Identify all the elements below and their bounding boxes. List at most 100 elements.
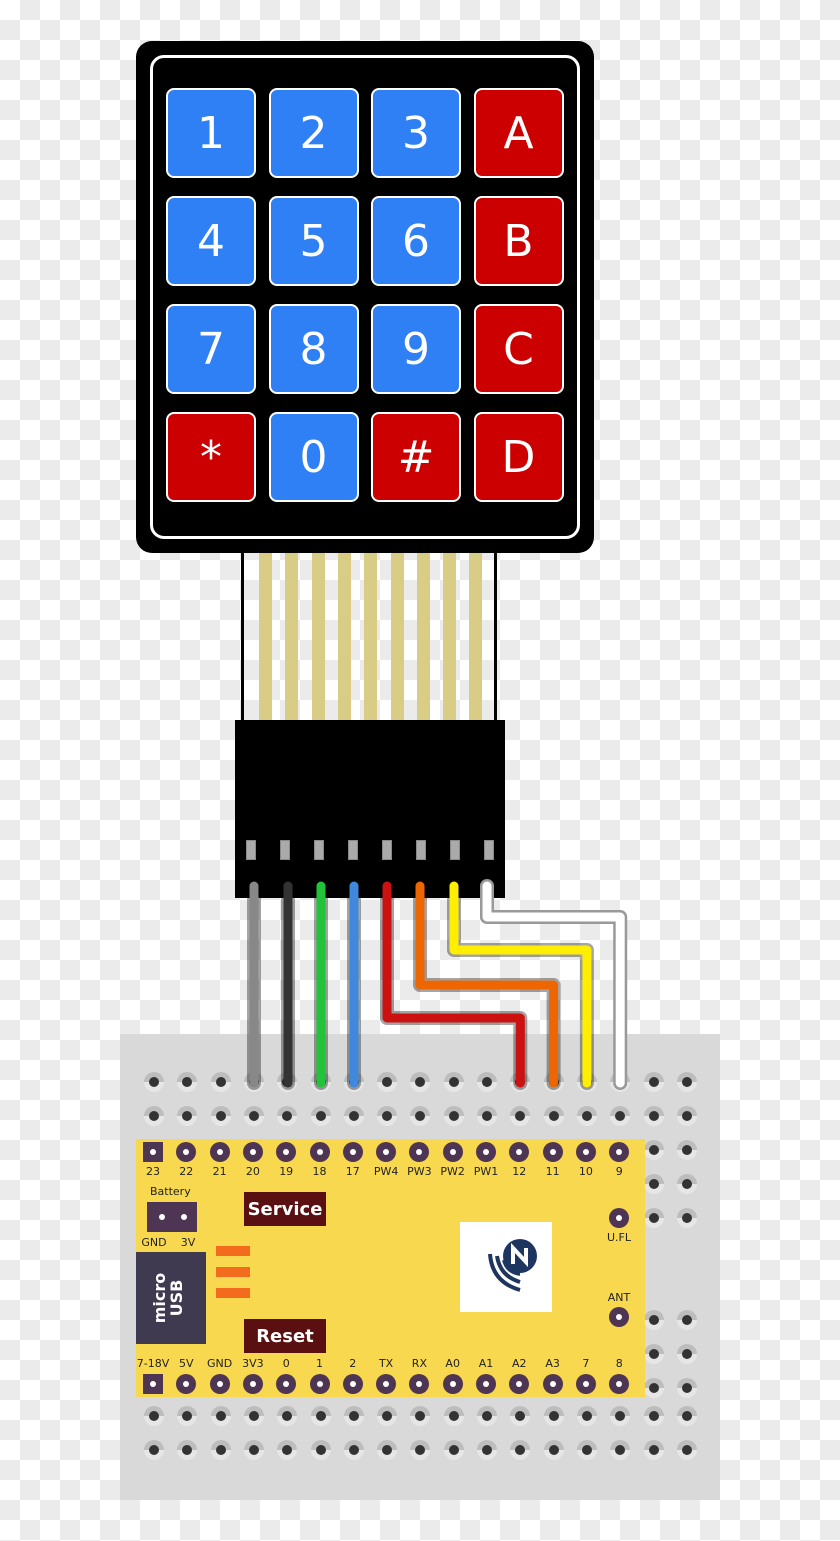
breadboard-hole[interactable]: [443, 1406, 464, 1426]
key-A[interactable]: A: [473, 88, 564, 178]
key-5[interactable]: 5: [268, 196, 359, 286]
breadboard-hole[interactable]: [543, 1072, 564, 1092]
reset-button[interactable]: Reset: [244, 1319, 326, 1353]
breadboard-hole[interactable]: [477, 1440, 497, 1460]
breadboard-hole[interactable]: [676, 1072, 697, 1092]
breadboard-hole[interactable]: [643, 1344, 664, 1364]
key-4[interactable]: 4: [166, 196, 256, 286]
breadboard-hole[interactable]: [610, 1406, 631, 1426]
breadboard-hole[interactable]: [610, 1072, 631, 1092]
breadboard-hole[interactable]: [410, 1406, 431, 1426]
breadboard-hole[interactable]: [510, 1106, 531, 1126]
breadboard-hole[interactable]: [543, 1440, 564, 1460]
breadboard-hole[interactable]: [643, 1440, 664, 1460]
breadboard-hole[interactable]: [144, 1106, 164, 1126]
breadboard-hole[interactable]: [643, 1310, 664, 1330]
key-star[interactable]: *: [166, 412, 256, 502]
breadboard-hole[interactable]: [243, 1106, 264, 1126]
service-button[interactable]: Service: [244, 1192, 326, 1226]
breadboard-hole[interactable]: [643, 1174, 664, 1194]
breadboard-hole[interactable]: [510, 1072, 531, 1092]
breadboard-hole[interactable]: [643, 1072, 664, 1092]
breadboard-hole[interactable]: [343, 1406, 364, 1426]
breadboard-hole[interactable]: [510, 1440, 531, 1460]
breadboard-hole[interactable]: [576, 1106, 597, 1126]
breadboard-hole[interactable]: [144, 1406, 164, 1426]
micro-usb-port[interactable]: micro USB: [136, 1252, 206, 1344]
breadboard-hole[interactable]: [277, 1072, 298, 1092]
breadboard-hole[interactable]: [210, 1072, 231, 1092]
breadboard-hole[interactable]: [277, 1106, 298, 1126]
key-1[interactable]: 1: [166, 88, 256, 178]
breadboard-hole[interactable]: [643, 1106, 664, 1126]
breadboard-hole[interactable]: [676, 1344, 697, 1364]
breadboard-hole[interactable]: [310, 1072, 331, 1092]
breadboard-hole[interactable]: [676, 1378, 697, 1398]
breadboard-hole[interactable]: [277, 1406, 298, 1426]
breadboard-hole[interactable]: [676, 1310, 697, 1330]
breadboard-hole[interactable]: [443, 1106, 464, 1126]
breadboard-hole[interactable]: [510, 1406, 531, 1426]
breadboard-hole[interactable]: [576, 1440, 597, 1460]
breadboard-hole[interactable]: [576, 1406, 597, 1426]
breadboard-hole[interactable]: [144, 1440, 164, 1460]
key-B[interactable]: B: [473, 196, 564, 286]
breadboard-hole[interactable]: [177, 1106, 198, 1126]
breadboard-hole[interactable]: [377, 1106, 398, 1126]
breadboard-hole[interactable]: [310, 1106, 331, 1126]
breadboard-hole[interactable]: [410, 1106, 431, 1126]
breadboard-hole[interactable]: [343, 1106, 364, 1126]
breadboard-hole[interactable]: [443, 1072, 464, 1092]
key-6[interactable]: 6: [371, 196, 461, 286]
key-D[interactable]: D: [473, 412, 564, 502]
breadboard-hole[interactable]: [676, 1440, 697, 1460]
breadboard-hole[interactable]: [310, 1440, 331, 1460]
breadboard-hole[interactable]: [643, 1406, 664, 1426]
key-8[interactable]: 8: [268, 304, 359, 394]
breadboard-hole[interactable]: [243, 1072, 264, 1092]
key-0[interactable]: 0: [268, 412, 359, 502]
breadboard-hole[interactable]: [410, 1440, 431, 1460]
breadboard-hole[interactable]: [177, 1406, 198, 1426]
breadboard-hole[interactable]: [177, 1440, 198, 1460]
breadboard-hole[interactable]: [676, 1208, 697, 1228]
breadboard-hole[interactable]: [643, 1140, 664, 1160]
breadboard-hole[interactable]: [310, 1406, 331, 1426]
breadboard-hole[interactable]: [676, 1140, 697, 1160]
breadboard-hole[interactable]: [477, 1106, 497, 1126]
key-hash[interactable]: #: [371, 412, 461, 502]
breadboard-hole[interactable]: [410, 1072, 431, 1092]
key-3[interactable]: 3: [371, 88, 461, 178]
breadboard-hole[interactable]: [643, 1208, 664, 1228]
breadboard-hole[interactable]: [676, 1106, 697, 1126]
breadboard-hole[interactable]: [377, 1406, 398, 1426]
breadboard-hole[interactable]: [610, 1106, 631, 1126]
breadboard-hole[interactable]: [343, 1072, 364, 1092]
breadboard-hole[interactable]: [643, 1378, 664, 1398]
breadboard-hole[interactable]: [144, 1072, 164, 1092]
breadboard-hole[interactable]: [377, 1072, 398, 1092]
breadboard-hole[interactable]: [243, 1440, 264, 1460]
breadboard-hole[interactable]: [676, 1174, 697, 1194]
breadboard-hole[interactable]: [676, 1406, 697, 1426]
breadboard-hole[interactable]: [576, 1072, 597, 1092]
breadboard-hole[interactable]: [243, 1406, 264, 1426]
breadboard-hole[interactable]: [477, 1072, 497, 1092]
breadboard-hole[interactable]: [277, 1440, 298, 1460]
breadboard-hole[interactable]: [210, 1440, 231, 1460]
breadboard-hole[interactable]: [543, 1406, 564, 1426]
breadboard-hole[interactable]: [443, 1440, 464, 1460]
breadboard-hole[interactable]: [610, 1440, 631, 1460]
key-2[interactable]: 2: [268, 88, 359, 178]
breadboard-hole[interactable]: [543, 1106, 564, 1126]
breadboard-hole[interactable]: [377, 1440, 398, 1460]
breadboard-hole[interactable]: [210, 1106, 231, 1126]
breadboard-hole[interactable]: [177, 1072, 198, 1092]
breadboard-hole[interactable]: [343, 1440, 364, 1460]
status-led-2: [216, 1267, 250, 1277]
breadboard-hole[interactable]: [477, 1406, 497, 1426]
breadboard-hole[interactable]: [210, 1406, 231, 1426]
key-C[interactable]: C: [473, 304, 564, 394]
key-7[interactable]: 7: [166, 304, 256, 394]
key-9[interactable]: 9: [371, 304, 461, 394]
